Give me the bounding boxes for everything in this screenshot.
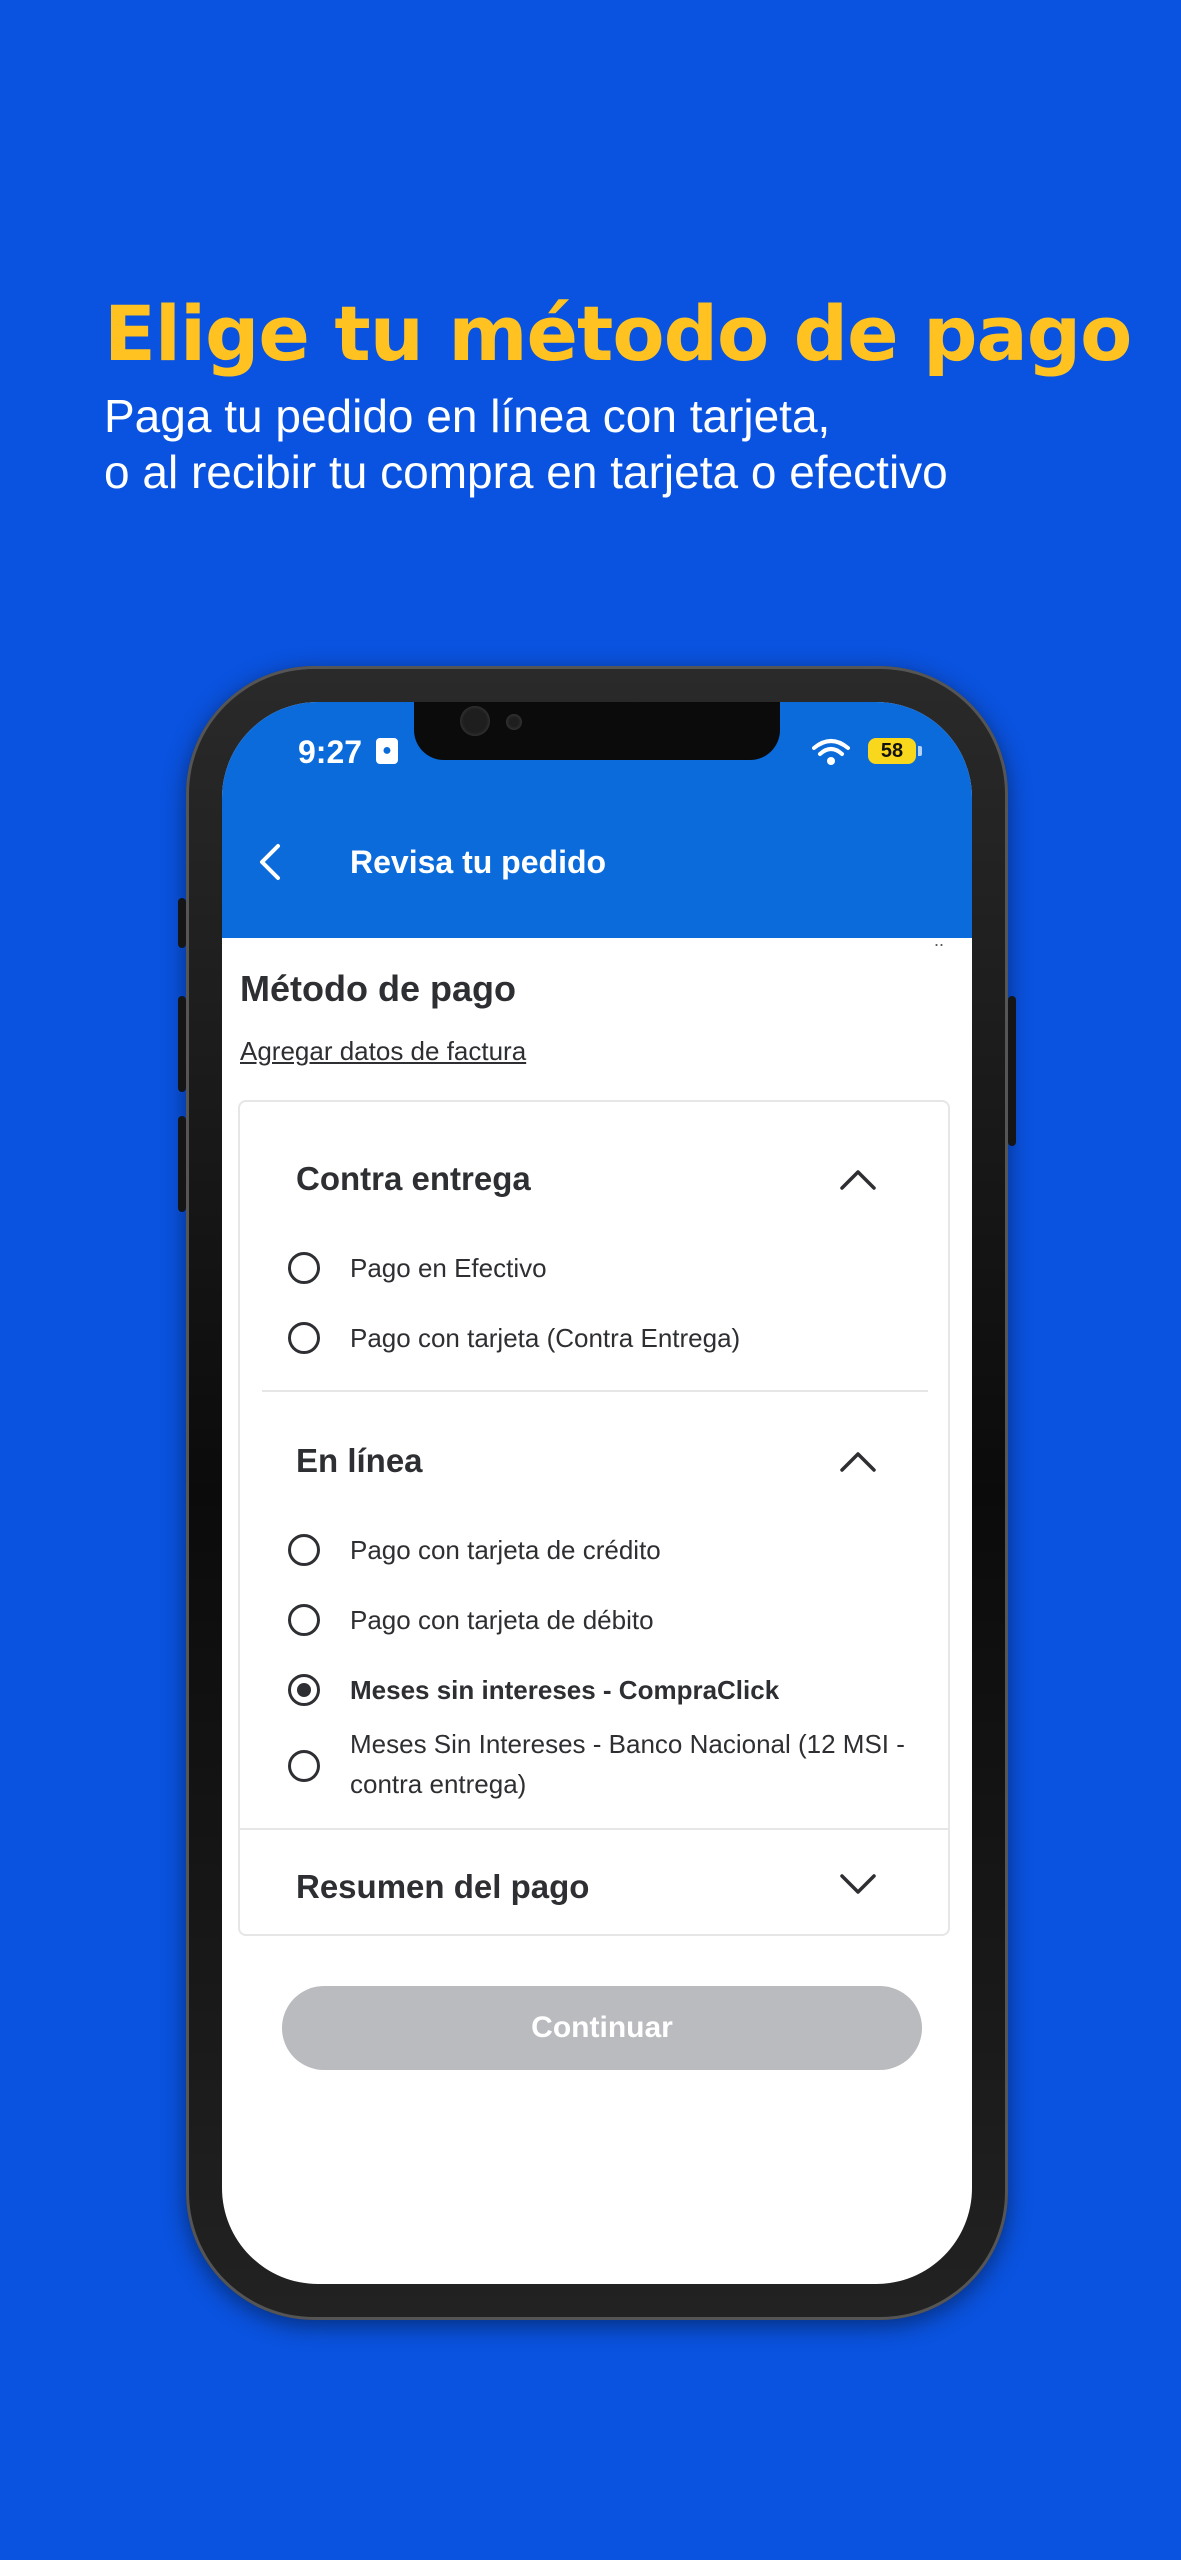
- option-label: Pago en Efectivo: [350, 1253, 547, 1283]
- group-header-en-linea[interactable]: En línea: [296, 1442, 423, 1480]
- promo-subtitle: Paga tu pedido en línea con tarjeta, o a…: [104, 388, 948, 500]
- group-divider: [262, 1390, 928, 1392]
- option-label: Pago con tarjeta de crédito: [350, 1535, 661, 1565]
- mute-switch: [178, 898, 186, 948]
- option-pago-efectivo[interactable]: Pago en Efectivo: [288, 1252, 908, 1288]
- payment-method-title: Método de pago: [240, 968, 516, 1009]
- payment-summary-header[interactable]: Resumen del pago: [296, 1868, 589, 1906]
- radio-button[interactable]: [288, 1604, 320, 1636]
- battery-icon: 58: [868, 738, 916, 764]
- radio-button[interactable]: [288, 1534, 320, 1566]
- option-msi-banco-nacional[interactable]: Meses Sin Intereses - Banco Nacional (12…: [288, 1728, 908, 1804]
- camera-lens-icon: [460, 706, 490, 736]
- header-title: Revisa tu pedido: [350, 844, 607, 880]
- chevron-up-icon[interactable]: [836, 1166, 880, 1194]
- battery-tip: [918, 746, 922, 756]
- promo-title: Elige tu método de pago: [104, 289, 1132, 378]
- sensor-icon: [506, 714, 522, 730]
- option-label: Meses sin intereses - CompraClick: [350, 1675, 780, 1705]
- promo-subtitle-line-1: Paga tu pedido en línea con tarjeta,: [104, 390, 831, 442]
- radio-button-selected[interactable]: [288, 1674, 320, 1706]
- phone-frame: 9:27 ● 58 Revisa tu pedido .. Método de …: [178, 666, 1016, 2320]
- option-msi-compraclick[interactable]: Meses sin intereses - CompraClick: [288, 1674, 908, 1710]
- continue-button[interactable]: Continuar: [282, 1986, 922, 2070]
- radio-button[interactable]: [288, 1322, 320, 1354]
- add-invoice-link[interactable]: Agregar datos de factura: [240, 1036, 526, 1067]
- option-tarjeta-debito[interactable]: Pago con tarjeta de débito: [288, 1604, 908, 1640]
- option-pago-tarjeta-contra-entrega[interactable]: Pago con tarjeta (Contra Entrega): [288, 1322, 908, 1358]
- wifi-icon: [812, 739, 850, 765]
- volume-down-button: [178, 1116, 186, 1212]
- chevron-up-icon[interactable]: [836, 1448, 880, 1476]
- group-header-contra-entrega[interactable]: Contra entrega: [296, 1160, 531, 1198]
- promo-subtitle-line-2: o al recibir tu compra en tarjeta o efec…: [104, 446, 948, 498]
- radio-button[interactable]: [288, 1252, 320, 1284]
- back-button[interactable]: [240, 832, 300, 892]
- phone-screen: 9:27 ● 58 Revisa tu pedido .. Método de …: [222, 702, 972, 2284]
- radio-button[interactable]: [288, 1750, 320, 1782]
- volume-up-button: [178, 996, 186, 1092]
- chevron-down-icon[interactable]: [836, 1870, 880, 1898]
- person-badge-icon: ●: [376, 738, 398, 764]
- payment-options-card: Contra entrega Pago en Efectivo Pago con…: [238, 1100, 950, 1936]
- power-button: [1008, 996, 1016, 1146]
- chevron-left-icon: [260, 844, 280, 880]
- scrolled-content-peek: ..: [933, 930, 944, 950]
- option-tarjeta-credito[interactable]: Pago con tarjeta de crédito: [288, 1534, 908, 1570]
- option-label: Pago con tarjeta de débito: [350, 1605, 654, 1635]
- notch: [414, 702, 780, 760]
- status-time: 9:27: [298, 734, 363, 770]
- option-label: Meses Sin Intereses - Banco Nacional (12…: [350, 1729, 905, 1799]
- option-label: Pago con tarjeta (Contra Entrega): [350, 1323, 741, 1353]
- summary-divider: [240, 1828, 948, 1830]
